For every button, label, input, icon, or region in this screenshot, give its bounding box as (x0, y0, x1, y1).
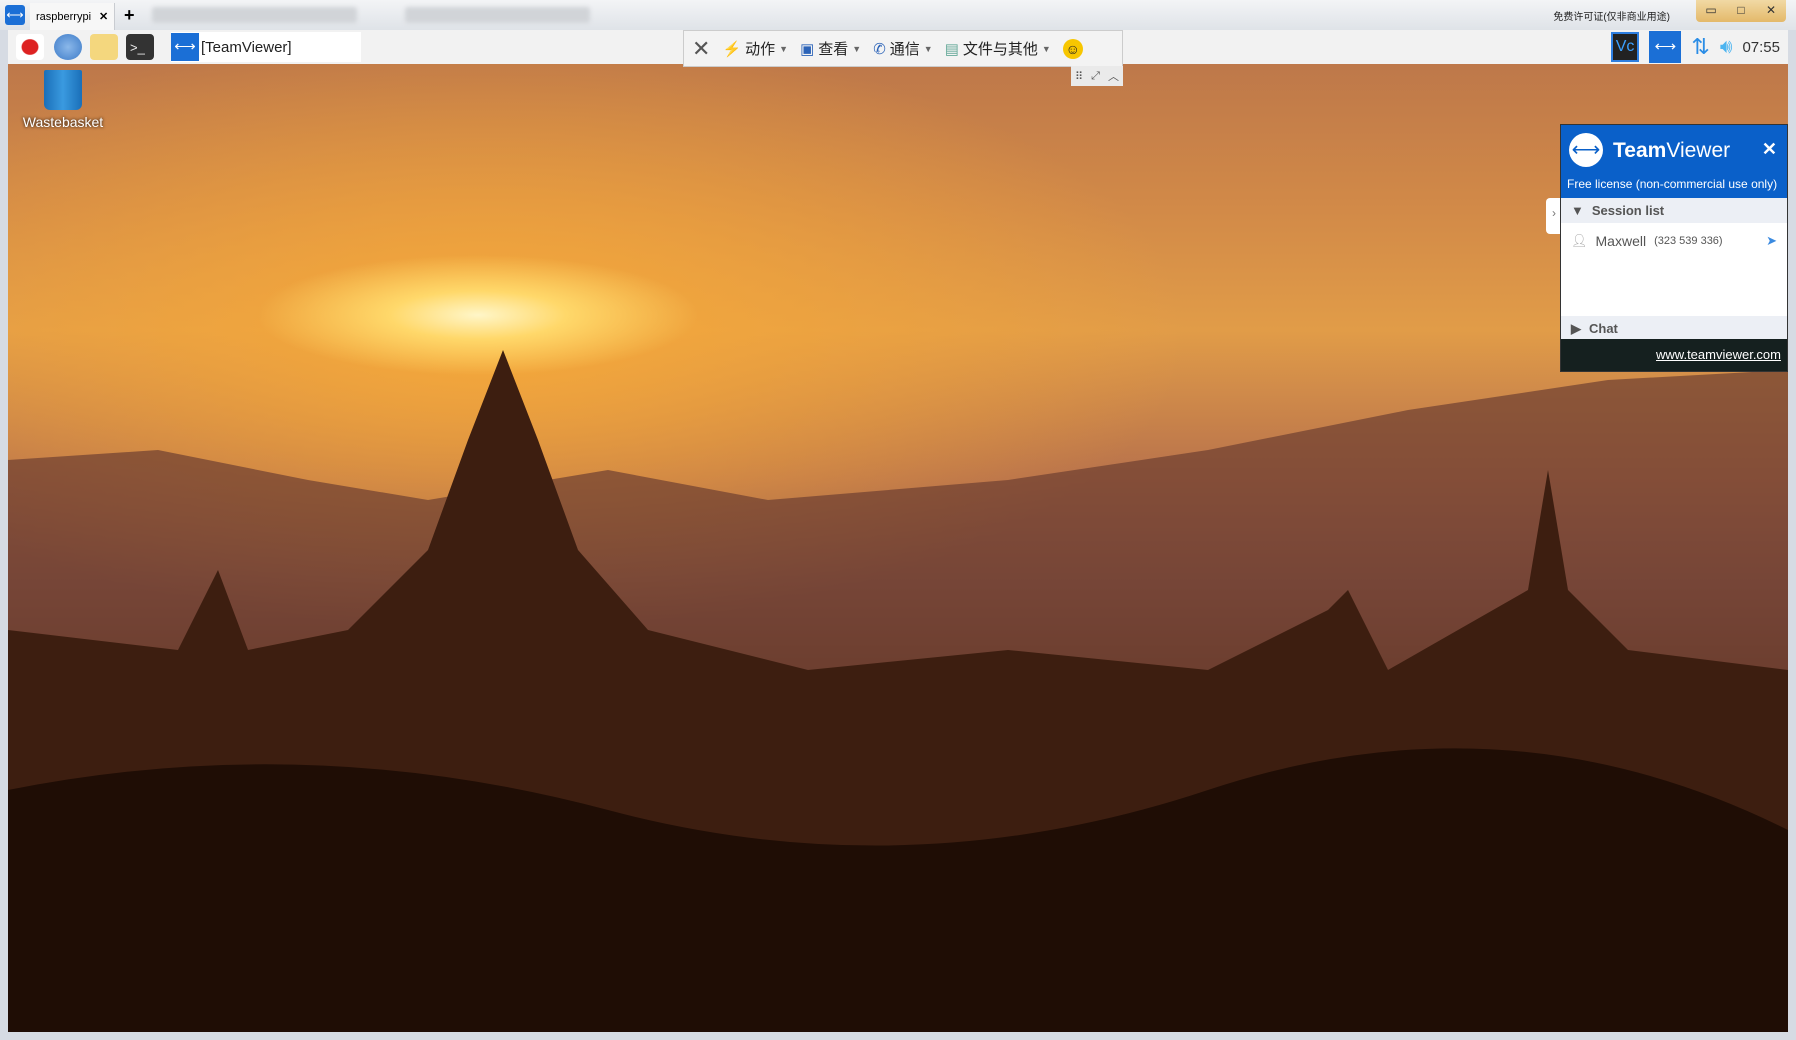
session-list-header[interactable]: ▼ Session list (1561, 198, 1787, 223)
window-controls: ▭ □ ✕ (1696, 0, 1786, 22)
teamviewer-tray-icon[interactable]: ⟷ (1649, 31, 1682, 63)
monitor-icon: ▣ (800, 40, 815, 58)
raspberry-menu-icon[interactable] (16, 34, 44, 60)
chat-header[interactable]: ▶ Chat (1561, 316, 1787, 341)
terminal-icon[interactable]: >_ (126, 34, 154, 60)
web-browser-icon[interactable] (54, 34, 82, 60)
maximize-button[interactable]: □ (1726, 0, 1756, 22)
file-puzzle-icon: ▤ (944, 40, 959, 58)
file-manager-icon[interactable] (90, 34, 118, 60)
collapse-icon[interactable]: ︿ (1108, 68, 1119, 84)
fullscreen-icon[interactable]: ⤢ (1091, 70, 1100, 83)
panel-header: ⟷ TeamViewer ✕ Free license (non-commerc… (1561, 125, 1787, 198)
title-light: Viewer (1666, 139, 1731, 162)
clock: 07:55 (1742, 38, 1780, 56)
session-id: (323 539 336) (1654, 235, 1723, 247)
chevron-down-icon: ▼ (1041, 43, 1051, 54)
triangle-down-icon: ▼ (1571, 203, 1584, 218)
grid-icon[interactable]: ⠿ (1075, 70, 1083, 83)
close-session-button[interactable]: ✕ (692, 36, 710, 62)
wastebasket-label: Wastebasket (22, 114, 104, 130)
blurred-tab[interactable] (405, 7, 590, 23)
chevron-down-icon: ▼ (923, 43, 933, 54)
system-tray: Vc ⟷ ⇅ 🔊︎ 07:55 (1610, 30, 1780, 64)
wallpaper-silhouette (8, 350, 1788, 1032)
new-tab-button[interactable]: + (124, 5, 135, 26)
tab-raspberrypi[interactable]: raspberrypi ✕ (30, 3, 115, 30)
user-icon: 👤︎ (1571, 233, 1588, 248)
chevron-down-icon: ▼ (779, 43, 789, 54)
license-text: Free license (non-commercial use only) (1567, 177, 1778, 191)
title-bold: Team (1613, 139, 1667, 162)
website-link[interactable]: www.teamviewer.com (1561, 339, 1787, 371)
teamviewer-toolbar: ✕ ⚡ 动作 ▼ ▣ 查看 ▼ ✆ 通信 ▼ ▤ 文件与其他 ▼ ☺ (683, 30, 1123, 67)
view-label: 查看 (818, 41, 849, 58)
panel-title: TeamViewer (1613, 139, 1730, 163)
teamviewer-app-icon: ⟷ (5, 5, 25, 25)
vnc-icon[interactable]: Vc (1610, 32, 1640, 62)
triangle-right-icon: ▶ (1571, 320, 1581, 336)
teamviewer-logo-icon: ⟷ (1569, 133, 1603, 167)
emoji-button[interactable]: ☺ (1062, 38, 1083, 59)
toolbar-mini-controls: ⠿ ⤢ ︿ (1071, 66, 1123, 86)
chat-label: Chat (1589, 321, 1618, 336)
trash-icon (44, 70, 82, 110)
taskbar-label: [TeamViewer] (201, 38, 292, 56)
teamviewer-icon: ⟷ (171, 33, 199, 61)
files-label: 文件与其他 (962, 41, 1038, 58)
blurred-tab[interactable] (152, 7, 357, 23)
files-menu[interactable]: ▤ 文件与其他 ▼ (945, 38, 1051, 59)
session-row[interactable]: 👤︎ Maxwell (323 539 336) ➤ (1561, 223, 1787, 316)
taskbar-teamviewer[interactable]: ⟷ [TeamViewer] (171, 32, 361, 62)
chevron-down-icon: ▼ (852, 43, 862, 54)
view-menu[interactable]: ▣ 查看 ▼ (800, 38, 861, 59)
actions-label: 动作 (745, 41, 776, 58)
license-note: 免费许可证(仅非商业用途) (1553, 12, 1670, 23)
communicate-menu[interactable]: ✆ 通信 ▼ (873, 38, 933, 59)
minimize-button[interactable]: ▭ (1696, 0, 1726, 22)
actions-menu[interactable]: ⚡ 动作 ▼ (722, 38, 788, 59)
wastebasket-desktop-icon[interactable]: Wastebasket (20, 70, 106, 130)
session-list-label: Session list (1591, 203, 1665, 218)
teamviewer-session-panel: ⟷ TeamViewer ✕ Free license (non-commerc… (1560, 124, 1788, 372)
close-button[interactable]: ✕ (1756, 0, 1786, 22)
phone-icon: ✆ (873, 40, 886, 58)
lightning-icon: ⚡ (722, 40, 742, 58)
communicate-label: 通信 (889, 41, 920, 58)
remote-desktop[interactable]: >_ ⟷ [TeamViewer] Vc ⟷ ⇅ 🔊︎ 07:55 ✕ ⚡ 动作 ▼ … (8, 30, 1788, 1032)
volume-icon[interactable]: 🔊︎ (1720, 36, 1733, 59)
browser-title-bar: ⟷ raspberrypi ✕ + 免费许可证(仅非商业用途) ▭ □ ✕ (0, 0, 1796, 30)
session-name: Maxwell (1595, 233, 1647, 249)
cursor-icon: ➤ (1766, 233, 1777, 248)
panel-close-button[interactable]: ✕ (1762, 139, 1777, 160)
network-icon[interactable]: ⇅ (1691, 34, 1709, 60)
tab-close-icon[interactable]: ✕ (99, 10, 108, 23)
tab-label: raspberrypi (36, 10, 92, 23)
